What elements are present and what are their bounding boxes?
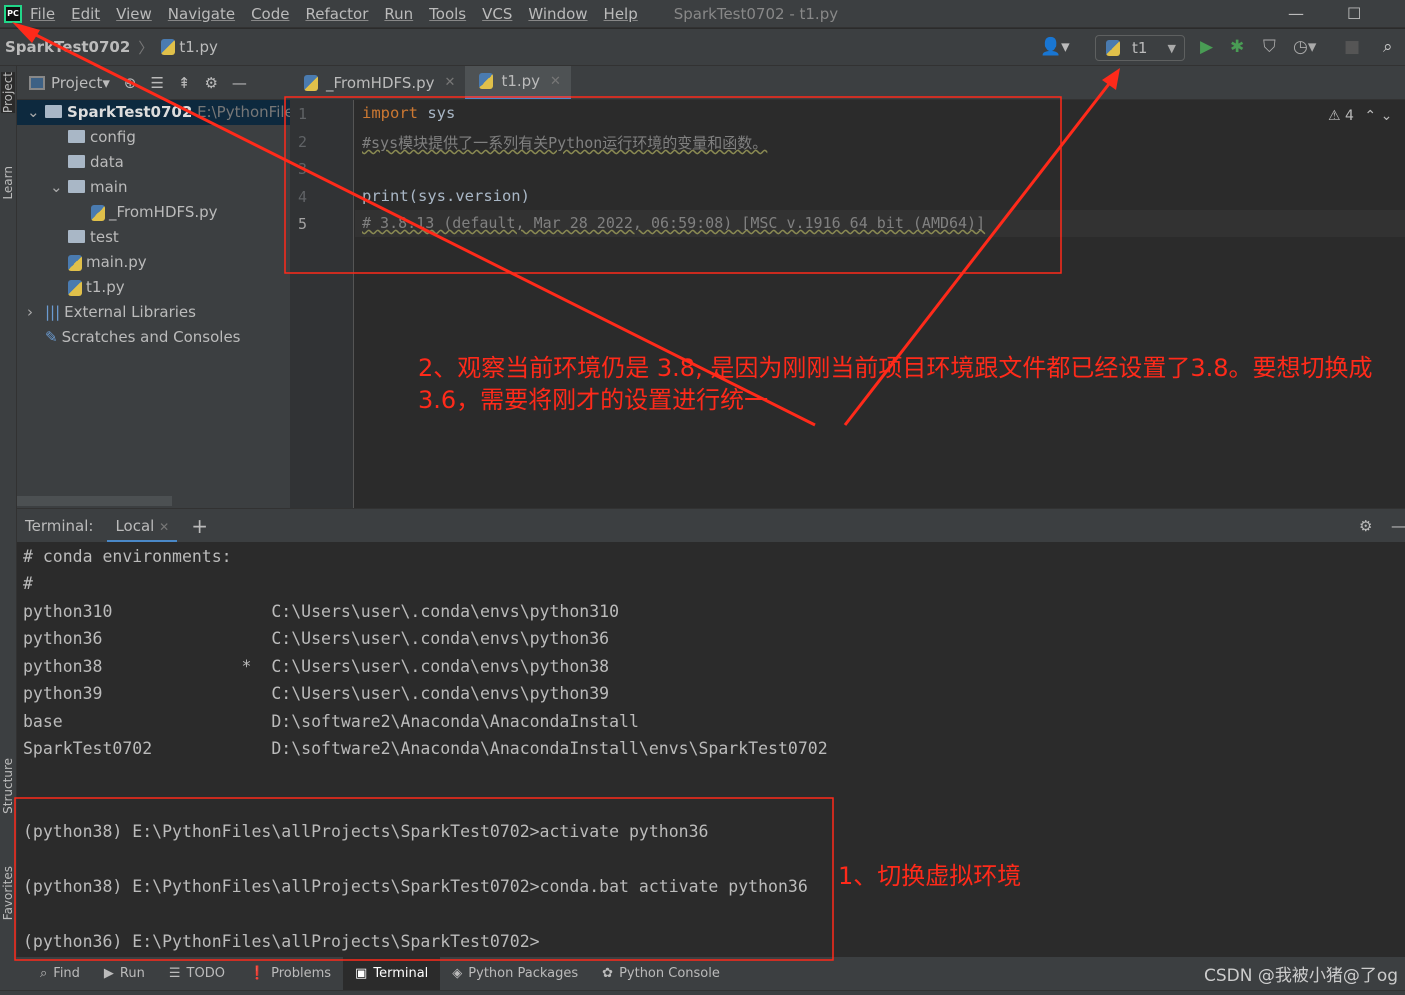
annotation-2: 2、观察当前环境仍是 3.8, 是因为刚刚当前项目环境跟文件都已经设置了3.8。…	[418, 354, 1373, 414]
arrowhead	[12, 22, 40, 43]
annotation-overlay	[12, 22, 1120, 961]
arrowhead	[1102, 68, 1120, 90]
editor-highlight-box	[284, 96, 1062, 274]
annotation-1: 1、切换虚拟环境	[838, 862, 1022, 890]
terminal-highlight-box	[14, 797, 834, 961]
